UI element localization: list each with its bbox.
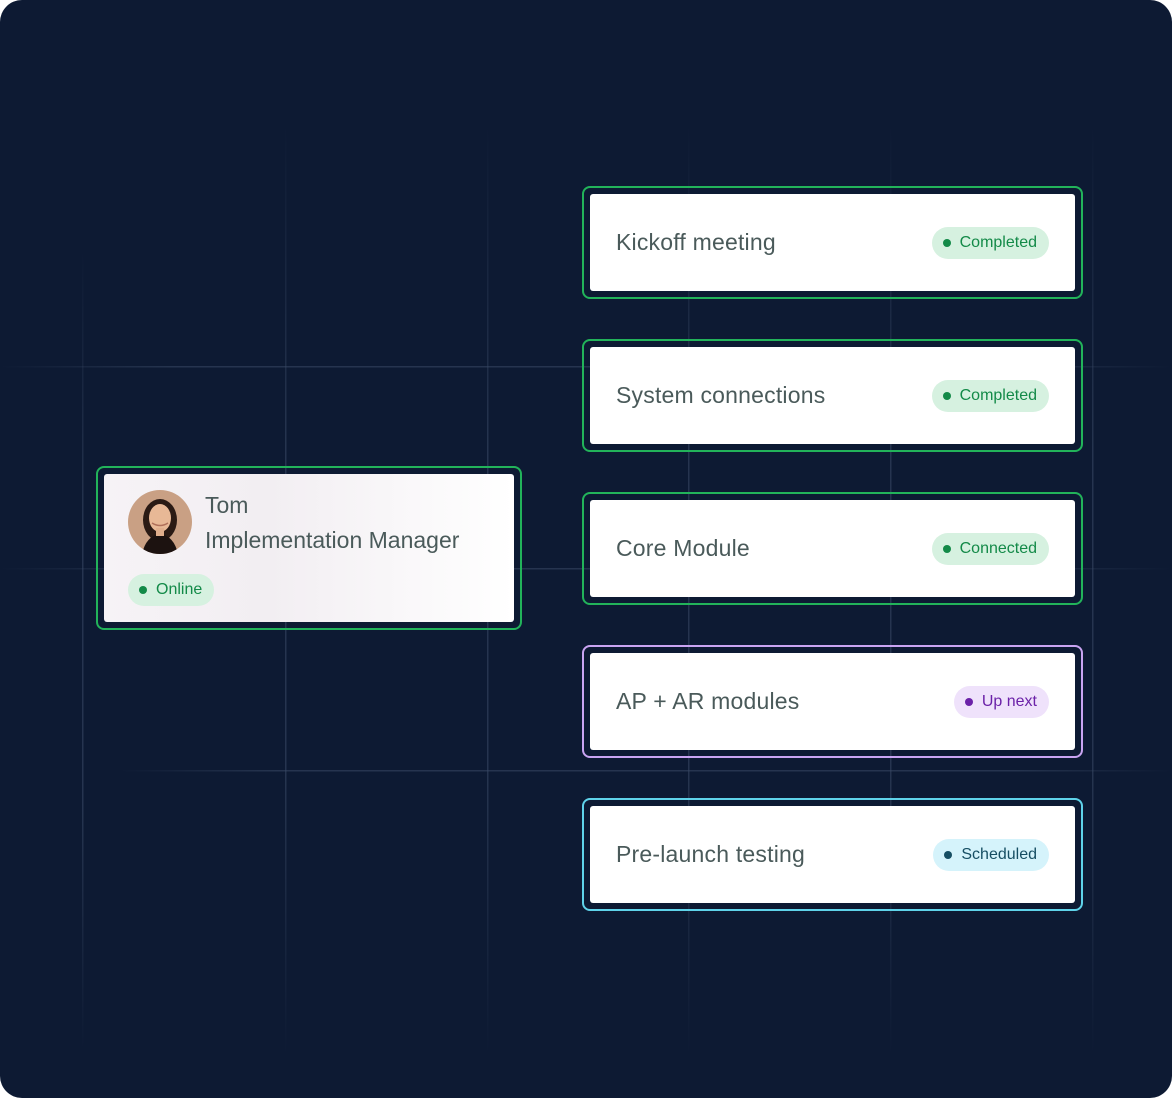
profile-card[interactable]: Tom Implementation Manager Online xyxy=(96,466,522,630)
task-card-ap-ar-modules[interactable]: AP + AR modules Up next xyxy=(582,645,1083,758)
task-card-body: Core Module Connected xyxy=(590,500,1075,597)
status-dot-icon xyxy=(942,238,951,247)
status-dot-icon xyxy=(942,391,951,400)
status-label: Completed xyxy=(959,233,1037,251)
status-label: Connected xyxy=(959,539,1037,557)
task-card-system-connections[interactable]: System connections Completed xyxy=(582,339,1083,452)
status-dot-icon xyxy=(944,850,953,859)
status-badge: Connected xyxy=(931,532,1049,565)
task-card-body: System connections Completed xyxy=(590,347,1075,444)
status-dot-icon xyxy=(139,586,147,594)
onboarding-canvas: Tom Implementation Manager Online Kickof… xyxy=(0,0,1172,1098)
task-card-kickoff-meeting[interactable]: Kickoff meeting Completed xyxy=(582,186,1083,299)
status-badge: Scheduled xyxy=(933,838,1049,871)
task-card-body: Pre-launch testing Scheduled xyxy=(590,806,1075,903)
status-badge: Up next xyxy=(953,685,1049,718)
status-label: Up next xyxy=(981,692,1037,710)
status-label: Completed xyxy=(959,386,1037,404)
profile-role: Implementation Manager xyxy=(205,527,460,553)
online-status-badge: Online xyxy=(128,574,215,606)
avatar xyxy=(128,490,192,554)
task-card-body: Kickoff meeting Completed xyxy=(590,194,1075,291)
task-title: AP + AR modules xyxy=(616,688,800,714)
status-badge: Completed xyxy=(931,379,1049,412)
task-title: Pre-launch testing xyxy=(616,841,805,867)
person-avatar-icon xyxy=(128,490,192,554)
task-title: Core Module xyxy=(616,535,750,561)
task-card-core-module[interactable]: Core Module Connected xyxy=(582,492,1083,605)
task-card-body: AP + AR modules Up next xyxy=(590,653,1075,750)
status-badge: Completed xyxy=(931,226,1049,259)
task-title: Kickoff meeting xyxy=(616,229,776,255)
online-status-label: Online xyxy=(156,581,203,598)
status-dot-icon xyxy=(964,697,973,706)
task-card-pre-launch-testing[interactable]: Pre-launch testing Scheduled xyxy=(582,798,1083,911)
profile-name: Tom xyxy=(205,492,249,518)
task-title: System connections xyxy=(616,382,826,408)
status-label: Scheduled xyxy=(961,845,1037,863)
profile-card-body: Tom Implementation Manager Online xyxy=(104,474,514,622)
status-dot-icon xyxy=(942,544,951,553)
